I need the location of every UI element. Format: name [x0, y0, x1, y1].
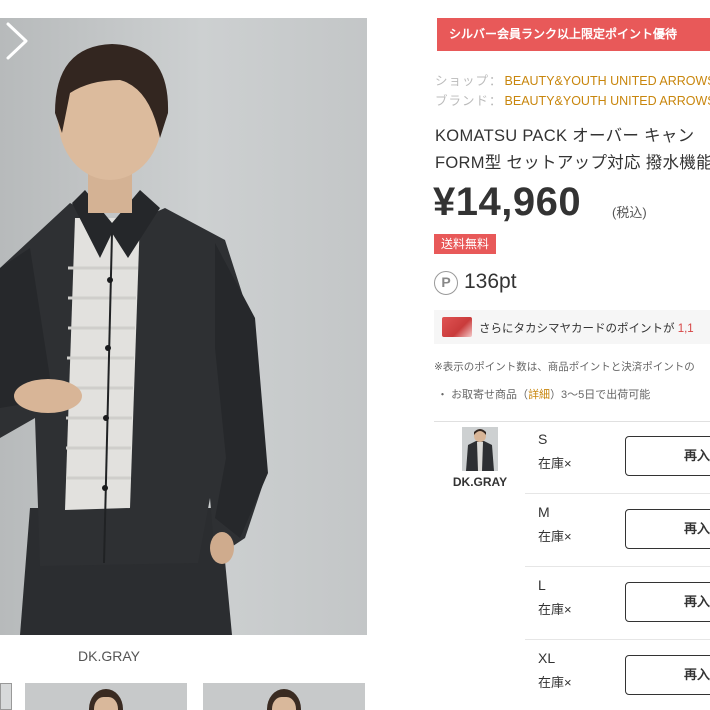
card-offer-label: さらにタカシマヤカードのポイントが	[479, 323, 675, 335]
size-name: S	[538, 431, 548, 447]
restock-notify-button[interactable]: 再入	[625, 509, 710, 549]
point-note: ※表示のポイント数は、商品ポイントと決済ポイントの	[434, 361, 695, 373]
model-illustration	[0, 44, 268, 635]
thumbnail-2[interactable]	[203, 683, 365, 710]
size-row-m: M 在庫× 再入	[525, 494, 710, 567]
stock-status: 在庫×	[538, 675, 572, 690]
order-note-post: ）3〜5日で出荷可能	[550, 389, 651, 401]
card-offer-value: 1,1	[677, 323, 694, 335]
card-offer: さらにタカシマヤカードのポイントが 1,1	[434, 310, 710, 344]
thumbnail-1[interactable]	[25, 683, 187, 710]
shop-label: ショップ：	[435, 74, 503, 88]
order-note-pre: お取寄せ商品（	[451, 389, 529, 401]
chevron-right-icon[interactable]	[0, 18, 34, 64]
promo-banner: シルバー会員ランク以上限定ポイント優待	[437, 18, 710, 51]
size-row-l: L 在庫× 再入	[525, 567, 710, 640]
size-name: L	[538, 577, 546, 593]
size-row-s: S 在庫× 再入	[525, 421, 710, 494]
sku-color-thumbnail	[462, 427, 498, 471]
credit-card-icon	[442, 317, 472, 337]
image-color-caption: DK.GRAY	[78, 648, 140, 664]
order-note: ・ お取寄せ商品（詳細）3〜5日で出荷可能	[437, 386, 650, 402]
brand-link[interactable]: BEAUTY&YOUTH UNITED ARROWS	[505, 94, 710, 108]
product-title-line2: FORM型 セットアップ対応 撥水機能	[435, 154, 710, 172]
card-offer-text: さらにタカシマヤカードのポイントが 1,1	[479, 320, 694, 336]
model-mini-illustration	[462, 427, 498, 471]
order-detail-link[interactable]: 詳細	[528, 389, 550, 401]
point-value: 136pt	[464, 270, 517, 293]
sku-color-label: DK.GRAY	[452, 475, 508, 489]
thumbnail-0[interactable]	[0, 683, 12, 710]
thumb-model-face	[272, 697, 296, 710]
shop-link[interactable]: BEAUTY&YOUTH UNITED ARROWS	[505, 74, 710, 88]
product-title-line1: KOMATSU PACK オーバー キャン	[435, 127, 695, 145]
stock-status: 在庫×	[538, 602, 572, 617]
brand-label: ブランド：	[435, 94, 503, 108]
tax-label: (税込)	[612, 205, 647, 220]
shop-row: ショップ： BEAUTY&YOUTH UNITED ARROWS	[435, 70, 710, 89]
restock-notify-button[interactable]: 再入	[625, 655, 710, 695]
main-product-image	[0, 18, 367, 635]
price: ¥14,960	[433, 180, 582, 224]
restock-notify-button[interactable]: 再入	[625, 436, 710, 476]
thumb-model-face	[94, 697, 118, 710]
brand-row: ブランド： BEAUTY&YOUTH UNITED ARROWS	[435, 90, 710, 109]
size-name: M	[538, 504, 550, 520]
free-shipping-badge: 送料無料	[434, 234, 497, 254]
stock-status: 在庫×	[538, 456, 572, 471]
bullet: ・	[437, 389, 448, 401]
size-row-xl: XL 在庫× 再入	[525, 640, 710, 710]
size-name: XL	[538, 650, 556, 666]
restock-notify-button[interactable]: 再入	[625, 582, 710, 622]
stock-status: 在庫×	[538, 529, 572, 544]
point-icon: P	[434, 271, 458, 295]
